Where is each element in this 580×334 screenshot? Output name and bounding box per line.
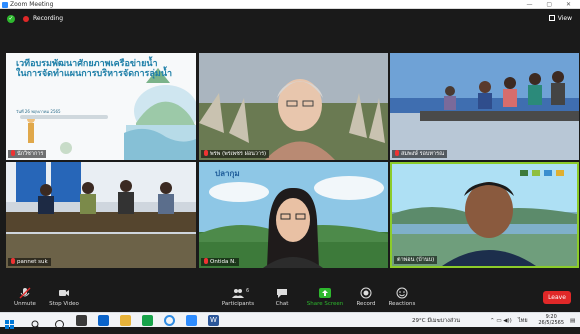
grid-view-icon <box>548 15 555 21</box>
window-titlebar: Zoom Meeting — ▢ ✕ <box>0 0 580 9</box>
zoom-window: Zoom Meeting — ▢ ✕ ✓ Recording View เวที… <box>0 0 580 330</box>
chat-button[interactable]: Chat <box>272 287 292 307</box>
participant-video <box>199 53 388 160</box>
participant-name: pannet suk <box>17 259 48 265</box>
participants-count: 6 <box>246 288 250 294</box>
participants-button[interactable]: Participants <box>218 287 258 307</box>
reactions-button[interactable]: Reactions <box>386 287 418 307</box>
participant-name: พรพ (พรเพชร ผ่อนวาร) <box>210 151 267 157</box>
participant-name: Ontida N. <box>210 259 236 265</box>
meeting-toolbar: Unmute Stop Video Participants 6 Chat Sh <box>0 285 580 312</box>
record-button[interactable]: Record <box>352 287 380 307</box>
taskbar-app-icon[interactable] <box>98 315 109 326</box>
system-clock[interactable]: 9:20 26/5/2565 <box>538 314 564 326</box>
participant-name-tag: นักวิชาการ <box>8 150 47 158</box>
view-label: View <box>557 15 572 22</box>
video-tile-slide[interactable]: เวทีอบรมพัฒนาศักยภาพเครือข่ายน้ำ ในการจั… <box>6 53 196 160</box>
participant-name: นักวิชาการ <box>17 151 44 157</box>
windows-start-icon[interactable] <box>4 315 15 329</box>
windows-taskbar: W 29°C มีเมฆบางส่วน ⌃ ▭ ◀)) ไทย 9:20 26/… <box>0 312 580 330</box>
share-screen-button[interactable]: Share Screen <box>306 287 344 307</box>
window-title: Zoom Meeting <box>10 1 54 8</box>
share-screen-label: Share Screen <box>306 301 344 307</box>
slide-decoration-bar <box>20 115 108 119</box>
zoom-taskbar-icon[interactable] <box>186 315 197 326</box>
slide-title-line1: เวทีอบรมพัฒนาศักยภาพเครือข่ายน้ำ <box>16 59 158 69</box>
meeting-header: ✓ Recording View <box>0 10 580 28</box>
view-button[interactable]: View <box>548 14 572 24</box>
taskbar-app-icon[interactable] <box>76 315 87 326</box>
language-indicator[interactable]: ไทย <box>518 316 528 326</box>
share-screen-icon <box>319 287 331 299</box>
camera-icon <box>58 287 70 299</box>
participant-name-tag: pannet suk <box>8 258 51 266</box>
muted-mic-icon <box>204 258 208 264</box>
chat-bubble-icon <box>276 287 288 299</box>
word-icon[interactable]: W <box>208 315 219 326</box>
muted-mic-icon <box>19 287 31 299</box>
slide-date: วันที่ 26 พฤษภาคม 2565 <box>16 109 61 114</box>
leave-button[interactable]: Leave <box>543 291 571 304</box>
line-app-icon[interactable] <box>142 315 153 326</box>
svg-text:ปลากุม: ปลากุม <box>215 169 240 179</box>
participant-name-tag: พรพ (พรเพชร ผ่อนวาร) <box>201 150 270 158</box>
muted-mic-icon <box>395 150 399 156</box>
participant-name: สมพงษ์ รอบทารณ <box>401 151 445 157</box>
participant-video: ปลากุม <box>199 162 388 268</box>
file-explorer-icon[interactable] <box>120 315 131 326</box>
participant-name-tag: ตาพ่อน (บ้านบ) <box>394 256 438 264</box>
participants-label: Participants <box>221 301 255 307</box>
participant-video <box>390 53 579 160</box>
task-view-icon[interactable] <box>54 315 65 329</box>
participant-name-tag: สมพงษ์ รอบทารณ <box>392 150 448 158</box>
system-tray-icons[interactable]: ⌃ ▭ ◀)) <box>490 316 512 326</box>
slide-title: เวทีอบรมพัฒนาศักยภาพเครือข่ายน้ำ ในการจั… <box>16 59 191 79</box>
record-label: Record <box>356 301 376 307</box>
muted-mic-icon <box>11 258 15 264</box>
participant-name: ตาพ่อน (บ้านบ) <box>397 257 435 263</box>
recording-dot-icon <box>23 16 29 22</box>
video-tile-participant-2[interactable]: พรพ (พรเพชร ผ่อนวาร) <box>199 53 388 160</box>
stop-video-label: Stop Video <box>49 301 79 307</box>
participant-name-tag: Ontida N. <box>201 258 239 266</box>
participant-video <box>392 164 577 266</box>
recording-label: Recording <box>33 15 64 22</box>
security-shield-icon[interactable]: ✓ <box>7 15 15 23</box>
video-tile-participant-4[interactable]: pannet suk <box>6 162 196 268</box>
unmute-button[interactable]: Unmute <box>12 287 38 307</box>
reactions-label: Reactions <box>388 301 416 307</box>
video-tile-active-speaker[interactable]: ตาพ่อน (บ้านบ) <box>390 162 579 268</box>
weather-widget[interactable]: 29°C มีเมฆบางส่วน <box>412 316 460 326</box>
record-icon <box>360 287 372 299</box>
unmute-label: Unmute <box>14 301 36 307</box>
clock-date: 26/5/2565 <box>538 320 564 326</box>
slide-title-line2: ในการจัดทำแผนการบริหารจัดการลุ่มน้ำ <box>16 69 173 79</box>
reaction-smiley-icon <box>396 287 408 299</box>
search-icon[interactable] <box>30 315 41 330</box>
video-tile-participant-5[interactable]: ปลากุม Ontida N. <box>199 162 388 268</box>
chrome-icon[interactable] <box>164 315 175 326</box>
window-controls[interactable]: — ▢ ✕ <box>526 0 577 9</box>
stop-video-button[interactable]: Stop Video <box>46 287 82 307</box>
chat-label: Chat <box>275 301 289 307</box>
muted-mic-icon <box>11 150 15 156</box>
participant-video <box>6 162 196 268</box>
zoom-logo-icon <box>2 1 8 8</box>
notification-icon[interactable]: ▤ <box>570 316 575 326</box>
participants-icon <box>232 287 244 299</box>
muted-mic-icon <box>204 150 208 156</box>
video-tile-participant-3[interactable]: สมพงษ์ รอบทารณ <box>390 53 579 160</box>
